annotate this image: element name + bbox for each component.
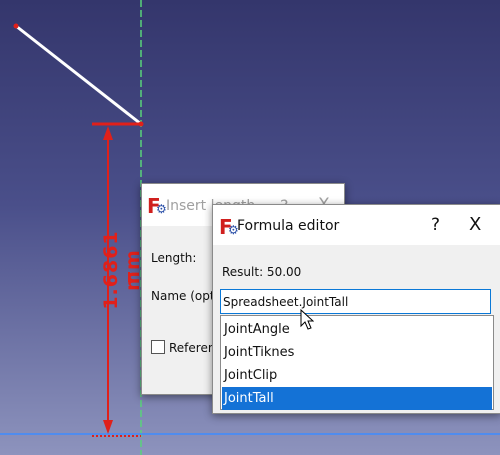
sketch-endpoint bbox=[138, 121, 144, 127]
suggestion-item[interactable]: JointClip bbox=[222, 364, 492, 387]
suggestion-item[interactable]: JointTiknes bbox=[222, 341, 492, 364]
sketch-point bbox=[13, 23, 19, 29]
sketch-line bbox=[15, 24, 142, 126]
dimension-arrow-top bbox=[103, 126, 113, 140]
freecad-icon: F ⚙ bbox=[219, 215, 239, 239]
close-button[interactable]: X bbox=[469, 214, 481, 235]
expression-input[interactable]: Spreadsheet.JointTall bbox=[220, 289, 491, 314]
formula-editor-title: Formula editor bbox=[237, 218, 340, 234]
autocomplete-popup[interactable]: JointAngle JointTiknes JointClip JointTa… bbox=[220, 315, 494, 410]
suggestion-item[interactable]: JointAngle bbox=[222, 318, 492, 341]
mouse-cursor-icon bbox=[300, 309, 314, 330]
help-button[interactable]: ? bbox=[431, 215, 440, 235]
formula-editor-titlebar[interactable]: F ⚙ Formula editor ? X bbox=[213, 205, 500, 245]
reference-checkbox[interactable] bbox=[151, 340, 165, 354]
freecad-icon: F ⚙ bbox=[147, 194, 167, 218]
length-label: Length: bbox=[151, 251, 197, 265]
formula-editor-dialog[interactable]: F ⚙ Formula editor ? X Result: 50.00 Spre… bbox=[212, 204, 500, 414]
result-text: Result: 50.00 bbox=[222, 265, 302, 279]
dimension-arrow-bottom bbox=[103, 420, 113, 434]
suggestion-item-selected[interactable]: JointTall bbox=[222, 387, 492, 410]
dimension-label[interactable]: 1.6861 mm bbox=[100, 230, 144, 310]
